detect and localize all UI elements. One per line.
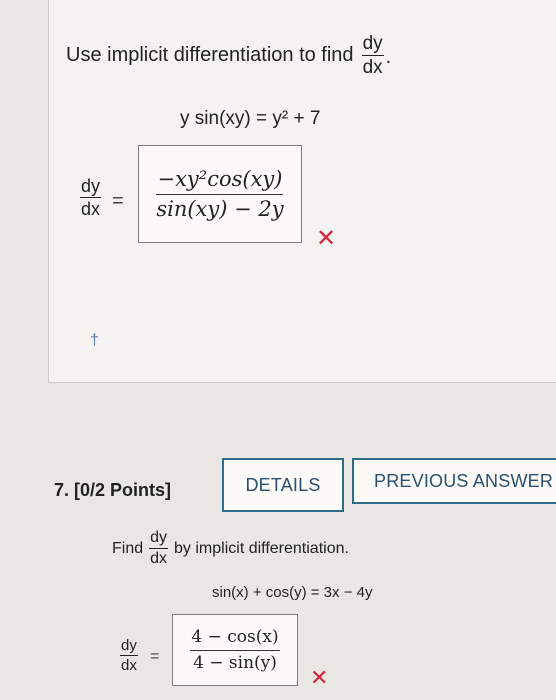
answer-input[interactable]: −xy²cos(xy) sin(xy) − 2y	[138, 145, 302, 243]
answer-denominator: sin(xy) − 2y	[156, 196, 284, 221]
answer-input-q7[interactable]: 4 − cos(x) 4 − sin(y)	[172, 614, 298, 686]
fraction-numerator: dy	[149, 530, 169, 549]
equals-sign: =	[112, 190, 124, 212]
find-prefix: Find	[112, 539, 144, 557]
prompt-period: .	[385, 46, 392, 68]
given-equation-q7: sin(x) + cos(y) = 3x − 4y	[212, 584, 373, 601]
answer-numerator: −xy²cos(xy)	[156, 168, 284, 195]
find-suffix: by implicit differentiation.	[174, 539, 349, 557]
dagger-icon[interactable]: †	[90, 332, 99, 350]
question-header: 7. [0/2 Points]	[54, 480, 172, 500]
fraction-numerator: dy	[120, 637, 138, 656]
question-7-prompt: Find dy dx by implicit differentiation.	[112, 530, 349, 567]
answer-numerator-q7: 4 − cos(x)	[190, 628, 280, 651]
fraction-denominator: dx	[150, 550, 168, 567]
answer-fraction-q7: 4 − cos(x) 4 − sin(y)	[190, 628, 280, 673]
answer-fraction: −xy²cos(xy) sin(xy) − 2y	[155, 168, 284, 221]
incorrect-icon: ✕	[316, 224, 337, 252]
details-button[interactable]: DETAILS	[222, 458, 344, 512]
prompt-text: Use implicit differentiation to find	[66, 44, 354, 66]
fraction-numerator: dy	[361, 33, 384, 56]
answer-label-fraction-q7: dy dx	[120, 638, 138, 673]
equals-sign-q7: =	[150, 648, 160, 665]
fraction-denominator: dx	[362, 57, 383, 78]
previous-answers-button[interactable]: PREVIOUS ANSWER	[352, 458, 556, 504]
find-derivative-fraction: dy dx	[149, 530, 169, 567]
answer-label-fraction: dy dx	[80, 176, 102, 219]
fraction-denominator: dx	[121, 657, 137, 674]
given-equation: y sin(xy) = y² + 7	[180, 108, 321, 129]
fraction-numerator: dy	[80, 176, 102, 198]
question-prompt: Use implicit differentiation to find dy …	[66, 34, 391, 77]
incorrect-icon-q7: ✕	[310, 666, 329, 691]
answer-denominator-q7: 4 − sin(y)	[193, 652, 277, 673]
fraction-denominator: dx	[81, 199, 101, 219]
prompt-derivative-fraction: dy dx	[361, 33, 384, 78]
